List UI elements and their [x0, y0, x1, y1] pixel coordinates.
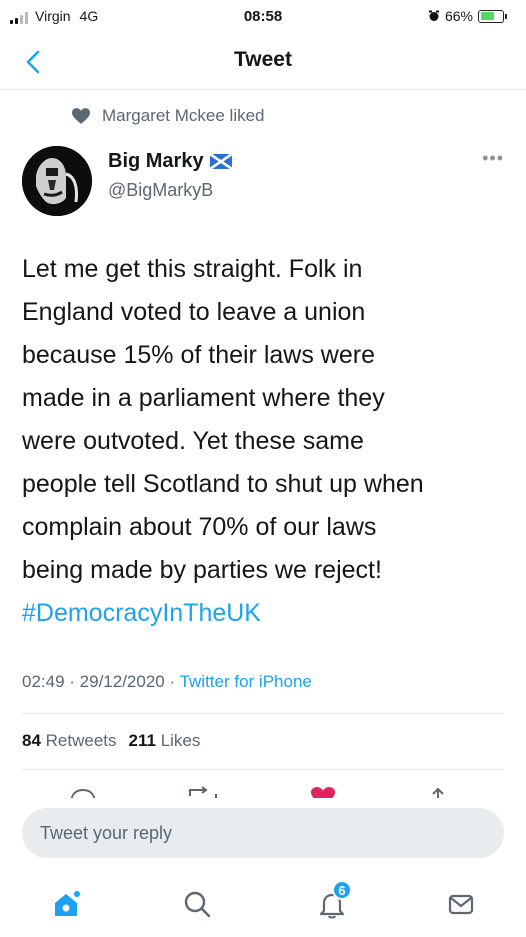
- tweet-meta: 02:49 · 29/12/2020 · Twitter for iPhone: [22, 672, 312, 692]
- battery-icon: [478, 9, 507, 23]
- page-title: Tweet: [234, 48, 292, 71]
- author-handle[interactable]: @BigMarkyB: [108, 180, 213, 201]
- tab-bar: 6: [0, 868, 526, 937]
- retweet-icon[interactable]: [186, 786, 220, 798]
- tweet-line: Let me get this straight. Folk in: [22, 255, 363, 283]
- more-options-icon[interactable]: •••: [482, 148, 504, 169]
- avatar[interactable]: [22, 146, 92, 216]
- hashtag-link[interactable]: #DemocracyInTheUK: [22, 592, 512, 635]
- tweet-line: because 15% of their laws were: [22, 341, 375, 369]
- divider: [22, 769, 504, 770]
- status-bar: Virgin 4G 08:58 66%: [0, 0, 526, 34]
- tab-home[interactable]: [46, 884, 86, 924]
- retweets-label: Retweets: [45, 731, 117, 750]
- social-context-text: Margaret Mckee liked: [102, 106, 265, 125]
- reply-icon[interactable]: [68, 786, 98, 798]
- status-right: 66%: [428, 8, 507, 24]
- like-icon[interactable]: [308, 786, 338, 798]
- tab-notifications[interactable]: 6: [312, 880, 352, 924]
- author-name[interactable]: Big Marky: [108, 150, 232, 173]
- nav-bar: Tweet: [0, 34, 526, 90]
- heart-icon: [72, 108, 90, 124]
- tweet-stats: 84 Retweets 211 Likes: [22, 731, 200, 751]
- retweets-stat[interactable]: 84 Retweets: [22, 731, 117, 751]
- tab-messages[interactable]: [441, 884, 481, 924]
- alarm-icon: [428, 10, 439, 21]
- avatar-image: [22, 146, 92, 216]
- divider: [22, 713, 504, 714]
- tweet-source-link[interactable]: Twitter for iPhone: [180, 672, 312, 691]
- share-icon[interactable]: [428, 786, 448, 798]
- home-icon: [55, 891, 80, 916]
- battery-percent: 66%: [444, 8, 473, 24]
- scotland-flag-icon: [209, 154, 232, 169]
- like-count: 211: [128, 731, 156, 750]
- tweet-date: 29/12/2020: [79, 672, 165, 691]
- tweet-line: being made by parties we reject!: [22, 556, 382, 584]
- tab-search[interactable]: [177, 884, 217, 924]
- retweet-count: 84: [22, 731, 41, 750]
- meta-separator: ·: [69, 672, 80, 691]
- reply-placeholder: Tweet your reply: [40, 822, 173, 843]
- search-icon: [184, 891, 211, 918]
- tweet-actions: [0, 776, 526, 798]
- social-context[interactable]: Margaret Mckee liked: [72, 106, 265, 126]
- tweet-line: people tell Scotland to shut up when: [22, 470, 424, 498]
- tweet-line: England voted to leave a union: [22, 298, 366, 326]
- tweet-line: made in a parliament where they: [22, 384, 385, 412]
- tweet-text: Let me get this straight. Folk in Englan…: [22, 248, 512, 635]
- reply-input[interactable]: Tweet your reply: [22, 808, 504, 858]
- tweet-line: were outvoted. Yet these same: [22, 427, 364, 455]
- messages-icon: [448, 894, 474, 915]
- tweet-time: 02:49: [22, 672, 65, 691]
- notification-badge: 6: [332, 880, 352, 900]
- meta-separator: ·: [169, 672, 180, 691]
- likes-label: Likes: [160, 731, 201, 750]
- tweet-line: complain about 70% of our laws: [22, 513, 377, 541]
- author-name-text: Big Marky: [108, 150, 204, 172]
- likes-stat[interactable]: 211 Likes: [129, 731, 201, 751]
